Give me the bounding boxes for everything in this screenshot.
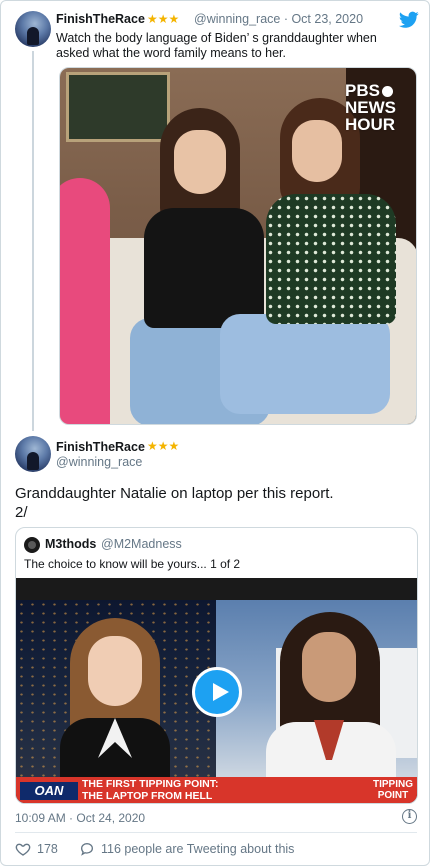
avatar[interactable]	[15, 11, 51, 47]
divider	[15, 832, 417, 833]
quoted-author-handle: @M2Madness	[101, 537, 182, 551]
tweeting-about-link[interactable]: 116 people are Tweeting about this	[101, 842, 294, 856]
tweet-timestamp[interactable]: 10:09 AM · Oct 24, 2020	[15, 811, 145, 825]
person-left	[60, 178, 110, 424]
author-handle[interactable]: @winning_race	[56, 455, 142, 469]
show-logo: TIPPING POINT	[372, 779, 413, 801]
quoted-tweet[interactable]: M3thods @M2Madness The choice to know wi…	[15, 527, 418, 804]
author-handle-date[interactable]: @winning_race · Oct 23, 2020	[194, 12, 363, 26]
tweet-video-thumbnail[interactable]: PBS NEWS HOUR	[59, 67, 417, 425]
play-icon[interactable]	[192, 667, 242, 717]
pbs-newshour-watermark: PBS NEWS HOUR	[345, 81, 396, 134]
person-left-anchor	[56, 618, 176, 798]
info-icon[interactable]: i	[402, 809, 417, 824]
lower-third-headline: THE FIRST TIPPING POINT: THE LAPTOP FROM…	[82, 778, 219, 802]
quoted-avatar[interactable]	[24, 537, 40, 553]
star-emojis: ★★★	[147, 439, 180, 453]
star-emojis: ★★★	[147, 12, 180, 26]
tweet-text-line: Watch the body language of Biden’ s gran…	[56, 31, 377, 45]
twitter-bird-icon[interactable]	[399, 11, 419, 29]
tweet-text-line: asked what the word family means to her.	[56, 46, 286, 60]
tweet-text: Granddaughter Natalie on laptop per this…	[15, 485, 334, 521]
reply-bubble-icon[interactable]	[79, 841, 95, 857]
heart-icon[interactable]	[15, 841, 31, 857]
quoted-author-name: M3thods	[45, 537, 97, 551]
quoted-video[interactable]: OAN THE FIRST TIPPING POINT: THE LAPTOP …	[16, 578, 417, 803]
thread-connector	[32, 51, 34, 431]
person-right-anchor	[266, 612, 396, 802]
person-right	[220, 98, 410, 424]
author-name[interactable]: FinishTheRace	[56, 12, 145, 26]
like-count[interactable]: 178	[37, 842, 58, 856]
quoted-tweet-text: The choice to know will be yours... 1 of…	[24, 557, 241, 571]
avatar[interactable]	[15, 436, 51, 472]
embedded-tweet-card: FinishTheRace ★★★ @winning_race · Oct 23…	[0, 0, 430, 866]
oan-logo: OAN	[20, 782, 78, 800]
author-name[interactable]: FinishTheRace	[56, 440, 145, 454]
